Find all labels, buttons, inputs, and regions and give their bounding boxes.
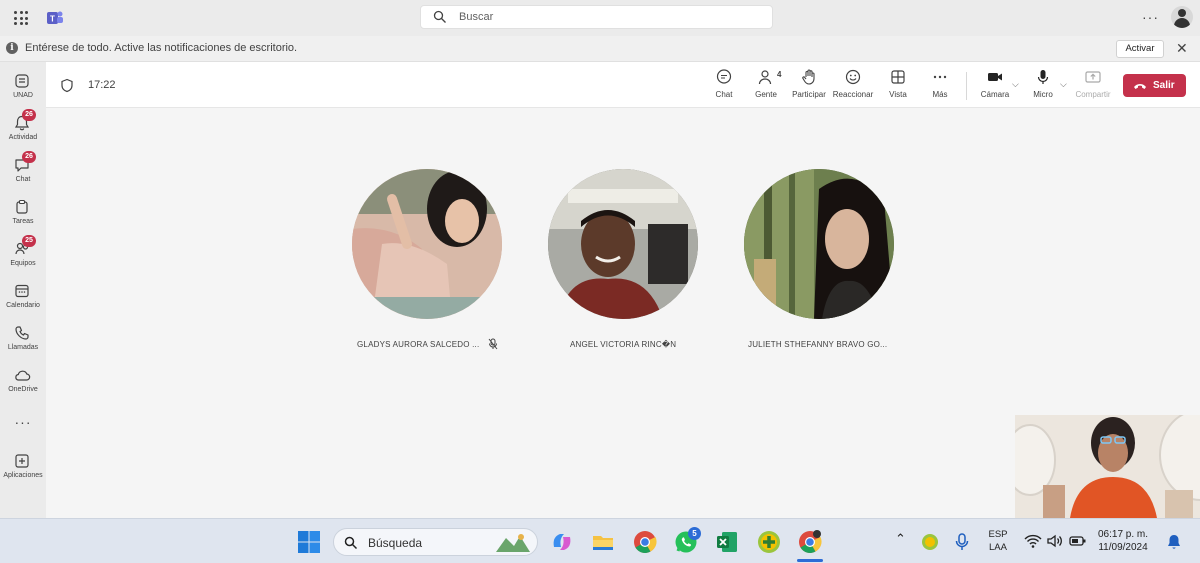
rail-item-llamadas[interactable]: Llamadas xyxy=(0,322,46,362)
activity-badge: 26 xyxy=(22,109,36,121)
rail-item-tareas[interactable]: Tareas xyxy=(0,196,46,236)
view-button[interactable]: Vista xyxy=(884,68,912,106)
add-apps-icon xyxy=(15,454,29,468)
notification-message: Entérese de todo. Active las notificacio… xyxy=(25,42,298,54)
meeting-toolbar: 17:22 Chat 4 Gente Participar Reaccionar… xyxy=(46,62,1200,108)
microphone-tray-icon[interactable] xyxy=(953,532,971,552)
participant-name-2: ANGEL VICTORIA RINC�N xyxy=(570,340,677,349)
system-clock[interactable]: 06:17 p. m. 11/09/2024 xyxy=(1098,528,1148,554)
participant-name-1: GLADYS AURORA SALCEDO ... xyxy=(357,340,480,349)
participant-name-3: JULIETH STHEFANNY BRAVO GO... xyxy=(748,340,888,349)
mic-muted-icon xyxy=(488,338,498,350)
react-button[interactable]: Reaccionar xyxy=(832,68,874,106)
chrome-icon[interactable] xyxy=(632,529,658,555)
shield-icon[interactable] xyxy=(60,78,74,93)
meeting-timer: 17:22 xyxy=(88,79,116,91)
chat-icon xyxy=(716,69,732,84)
app-launcher-icon[interactable] xyxy=(14,11,28,25)
participant-photo-1 xyxy=(352,169,502,319)
more-button[interactable]: Más xyxy=(926,68,954,106)
settings-more-icon[interactable]: ··· xyxy=(1142,9,1159,25)
search-placeholder: Buscar xyxy=(459,11,494,23)
whatsapp-badge: 5 xyxy=(688,527,701,540)
participant-photo-3 xyxy=(744,169,894,319)
participant-photo-2 xyxy=(548,169,698,319)
self-video-image xyxy=(1015,415,1200,518)
people-icon xyxy=(758,70,772,85)
battery-icon[interactable] xyxy=(1069,533,1087,549)
grid-view-icon xyxy=(891,70,905,84)
raise-hand-button[interactable]: Participar xyxy=(789,68,829,106)
clock-date: 11/09/2024 xyxy=(1098,542,1148,553)
tasks-icon xyxy=(16,199,28,214)
rail-item-aplicaciones[interactable]: Aplicaciones xyxy=(0,450,46,490)
toolbar-divider xyxy=(966,72,967,100)
smiley-icon xyxy=(845,69,861,85)
raise-hand-icon xyxy=(802,69,815,85)
cloud-icon xyxy=(15,370,31,381)
copilot-icon[interactable] xyxy=(549,529,575,555)
notification-banner: i Entérese de todo. Active las notificac… xyxy=(0,36,1200,62)
hang-up-icon xyxy=(1134,84,1146,89)
activate-button[interactable]: Activar xyxy=(1116,40,1164,58)
search-icon xyxy=(344,536,358,550)
unad-icon xyxy=(15,74,29,88)
participant-video-1[interactable] xyxy=(352,169,502,319)
microphone-icon xyxy=(1037,70,1049,84)
chat-badge: 26 xyxy=(22,151,36,163)
rail-item-chat[interactable]: 26 Chat xyxy=(0,151,46,194)
leave-button[interactable]: Salir xyxy=(1123,74,1186,97)
search-box[interactable]: Buscar xyxy=(420,5,773,29)
rail-item-equipos[interactable]: 25 Equipos xyxy=(0,235,46,278)
people-count: 4 xyxy=(777,70,782,79)
windows-start-icon[interactable] xyxy=(296,529,322,555)
camera-button[interactable]: Cámara xyxy=(979,68,1011,106)
app-rail: UNAD 26 Actividad 26 Chat Tareas 25 Equi… xyxy=(0,62,46,518)
calendar-icon xyxy=(15,284,29,298)
rail-item-calendario[interactable]: Calendario xyxy=(0,280,46,320)
volume-icon[interactable] xyxy=(1046,533,1064,549)
show-hidden-icons-chevron-icon[interactable]: ⌃ xyxy=(895,531,906,547)
share-screen-icon xyxy=(1085,71,1101,83)
people-button[interactable]: 4 Gente xyxy=(750,68,782,106)
search-icon xyxy=(433,10,446,23)
participant-video-2[interactable] xyxy=(548,169,698,319)
share-button[interactable]: Compartir xyxy=(1074,68,1112,106)
rail-item-unad[interactable]: UNAD xyxy=(0,70,46,110)
camera-icon xyxy=(988,73,1002,81)
clock-time: 06:17 p. m. xyxy=(1098,529,1149,540)
profile-avatar[interactable] xyxy=(1171,6,1193,28)
info-icon: i xyxy=(6,42,18,54)
rail-item-actividad[interactable]: 26 Actividad xyxy=(0,109,46,152)
active-app-indicator xyxy=(797,559,823,562)
health-app-icon[interactable] xyxy=(756,529,782,555)
rail-item-onedrive[interactable]: OneDrive xyxy=(0,364,46,404)
more-apps-icon[interactable]: ··· xyxy=(0,414,46,430)
input-language[interactable]: ESP LAA xyxy=(986,528,1010,554)
title-bar: T Buscar ··· xyxy=(0,0,1200,36)
windows-taskbar: Búsqueda 5 ⌃ ESP LAA 06:17 p. m. 11/09/2… xyxy=(0,518,1200,563)
close-icon[interactable]: ✕ xyxy=(1176,40,1188,57)
wifi-icon[interactable] xyxy=(1024,533,1042,549)
file-explorer-icon[interactable] xyxy=(590,529,616,555)
taskbar-search[interactable]: Búsqueda xyxy=(333,528,538,556)
teams-logo-icon: T xyxy=(47,11,63,24)
mic-button[interactable]: Micro xyxy=(1031,68,1055,106)
phone-icon xyxy=(15,326,29,340)
participant-video-3[interactable] xyxy=(744,169,894,319)
more-dots-icon xyxy=(933,75,947,79)
chat-button[interactable]: Chat xyxy=(710,68,738,106)
teams-badge: 25 xyxy=(22,235,36,247)
notification-bell-icon[interactable] xyxy=(1166,533,1182,551)
svg-text:T: T xyxy=(50,15,55,24)
search-highlight-icon xyxy=(496,534,530,552)
mic-options-chevron-icon[interactable]: ⌵ xyxy=(1060,79,1067,90)
self-video-preview[interactable] xyxy=(1015,415,1200,518)
taskbar-search-label: Búsqueda xyxy=(368,536,423,550)
excel-icon[interactable] xyxy=(714,529,740,555)
tray-app-icon[interactable] xyxy=(920,532,940,552)
chrome-profile-icon[interactable] xyxy=(797,529,823,555)
camera-options-chevron-icon[interactable]: ⌵ xyxy=(1012,79,1019,90)
